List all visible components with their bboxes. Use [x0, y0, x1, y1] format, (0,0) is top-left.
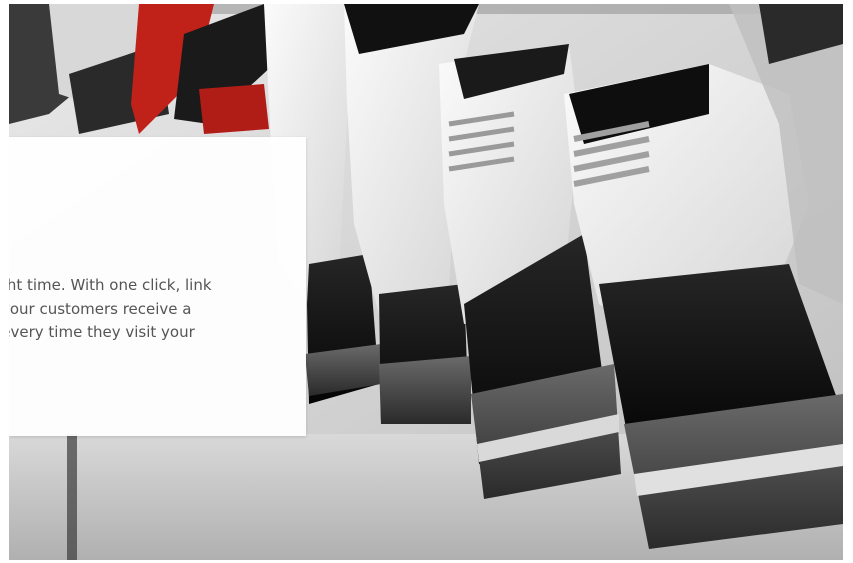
- hero-text-line: e your customers receive a: [9, 299, 192, 318]
- hero-text-card: right time. With one click, link e your …: [9, 137, 306, 436]
- hero-text-line: n every time they visit your: [9, 323, 195, 341]
- hero-banner: right time. With one click, link e your …: [9, 4, 843, 560]
- hero-text-line: right time. With one click, link: [9, 276, 212, 294]
- hero-description: right time. With one click, link e your …: [9, 274, 306, 345]
